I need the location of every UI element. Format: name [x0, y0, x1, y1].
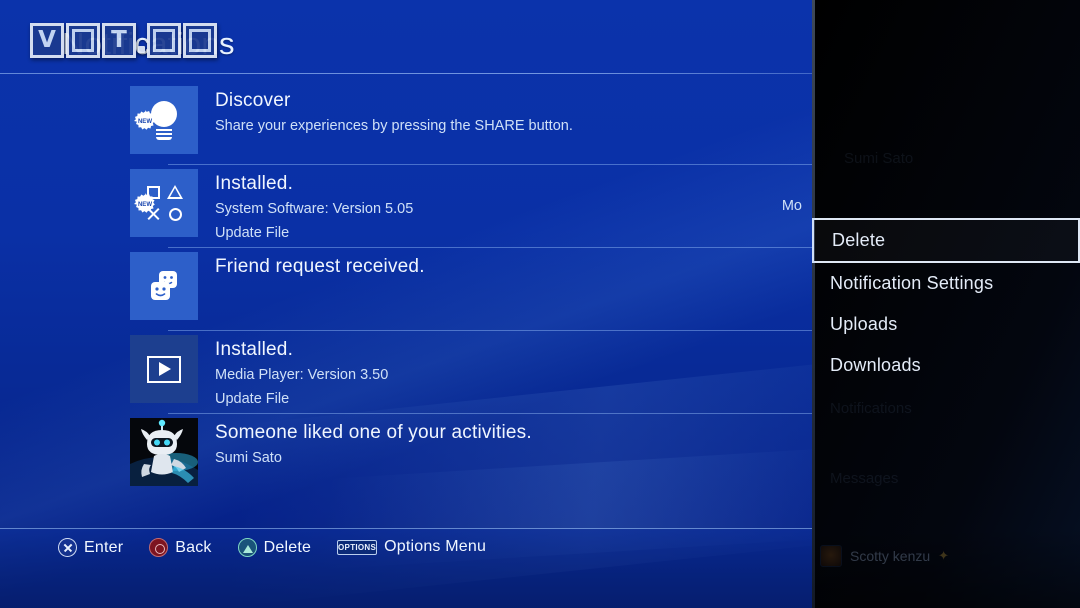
avatar [820, 545, 842, 567]
notification-line2: Share your experiences by pressing the S… [215, 117, 573, 134]
astrobot-avatar-icon [130, 418, 198, 486]
options-overlay-panel: Sumi Sato Notifications Messages Delete … [812, 0, 1080, 608]
options-menu: Delete Notification Settings Uploads Dow… [812, 218, 1080, 386]
notification-row[interactable]: NEW Discover Share your experiences by p… [0, 82, 812, 165]
notification-row[interactable]: Someone liked one of your activities. Su… [0, 414, 812, 497]
new-badge-icon: NEW [134, 110, 155, 130]
notification-list: NEW Discover Share your experiences by p… [0, 82, 812, 497]
svg-text:NEW: NEW [138, 119, 152, 125]
notification-line2: Media Player: Version 3.50 [215, 366, 389, 383]
notification-text: Installed. Media Player: Version 3.50 Up… [198, 331, 812, 410]
notification-line3: Update File [215, 390, 290, 407]
friends-faces-icon [151, 271, 177, 300]
cross-button-icon [58, 538, 77, 557]
notification-text: Friend request received. [198, 248, 812, 279]
play-button-icon [147, 355, 181, 383]
footer-hint-bar: Enter Back Delete OPTIONS Options Menu [0, 529, 812, 608]
notification-line2: System Software: Version 5.05 [215, 200, 414, 217]
notification-title: Installed. [215, 173, 294, 194]
notification-thumbnail [130, 418, 198, 486]
circle-button-icon [149, 538, 169, 557]
hint-options-label: Options Menu [384, 538, 487, 555]
notification-thumbnail [130, 252, 198, 320]
notification-line3: Update File [215, 224, 290, 241]
dimmed-background-text: Notifications [830, 400, 912, 417]
header-divider [0, 73, 812, 74]
user-profile-strip[interactable]: Scotty kenzu ✦ [812, 538, 1080, 574]
notification-line2: Sumi Sato [215, 449, 282, 466]
vgtme-watermark: V T [30, 23, 217, 58]
notification-title: Installed. [215, 339, 294, 360]
hint-delete[interactable]: Delete [237, 538, 312, 557]
hint-enter-label: Enter [84, 538, 124, 556]
notification-timestamp: Mo [781, 198, 802, 214]
notification-text: Someone liked one of your activities. Su… [198, 414, 812, 469]
user-name-label: Scotty kenzu [850, 548, 931, 564]
notification-text: Discover Share your experiences by press… [198, 82, 812, 137]
dimmed-background-text: Messages [830, 470, 899, 487]
options-button-icon: OPTIONS [337, 539, 378, 555]
menu-item-delete[interactable]: Delete [812, 218, 1080, 263]
notification-row[interactable]: Installed. Media Player: Version 3.50 Up… [0, 331, 812, 414]
watermark-letter-m [147, 23, 181, 58]
notification-row[interactable]: NEW Installed. System Software: Version … [0, 165, 812, 248]
hint-options-menu[interactable]: OPTIONS Options Menu [337, 538, 486, 556]
notification-row[interactable]: Friend request received. [0, 248, 812, 331]
overlay-left-edge [812, 0, 815, 608]
notification-title: Discover [215, 90, 291, 111]
watermark-letter-t: T [102, 23, 136, 58]
watermark-letter-v: V [30, 23, 64, 58]
hint-delete-label: Delete [263, 538, 312, 556]
watermark-letter-e [183, 23, 217, 58]
dimmed-background-text: Sumi Sato [844, 150, 914, 167]
menu-item-notification-settings[interactable]: Notification Settings [812, 263, 1080, 304]
notification-title: Friend request received. [215, 256, 425, 277]
watermark-letter-g [66, 23, 100, 58]
hint-back[interactable]: Back [149, 538, 211, 557]
notification-text: Installed. System Software: Version 5.05… [198, 165, 812, 244]
ps-plus-icon: ✦ [938, 548, 950, 563]
notification-title: Someone liked one of your activities. [215, 422, 532, 443]
ps4-notifications-screen: Notifications V T NEW Discover [0, 0, 1080, 608]
menu-item-downloads-label: Downloads [830, 355, 921, 375]
menu-item-notification-settings-label: Notification Settings [830, 273, 994, 293]
menu-item-uploads[interactable]: Uploads [812, 304, 1080, 345]
hint-back-label: Back [175, 538, 212, 556]
menu-item-downloads[interactable]: Downloads [812, 345, 1080, 386]
notification-thumbnail [130, 335, 198, 403]
menu-item-uploads-label: Uploads [830, 314, 898, 334]
hint-enter[interactable]: Enter [58, 538, 123, 557]
watermark-dot [138, 46, 145, 53]
triangle-button-icon [237, 538, 257, 557]
menu-item-delete-label: Delete [832, 230, 886, 250]
